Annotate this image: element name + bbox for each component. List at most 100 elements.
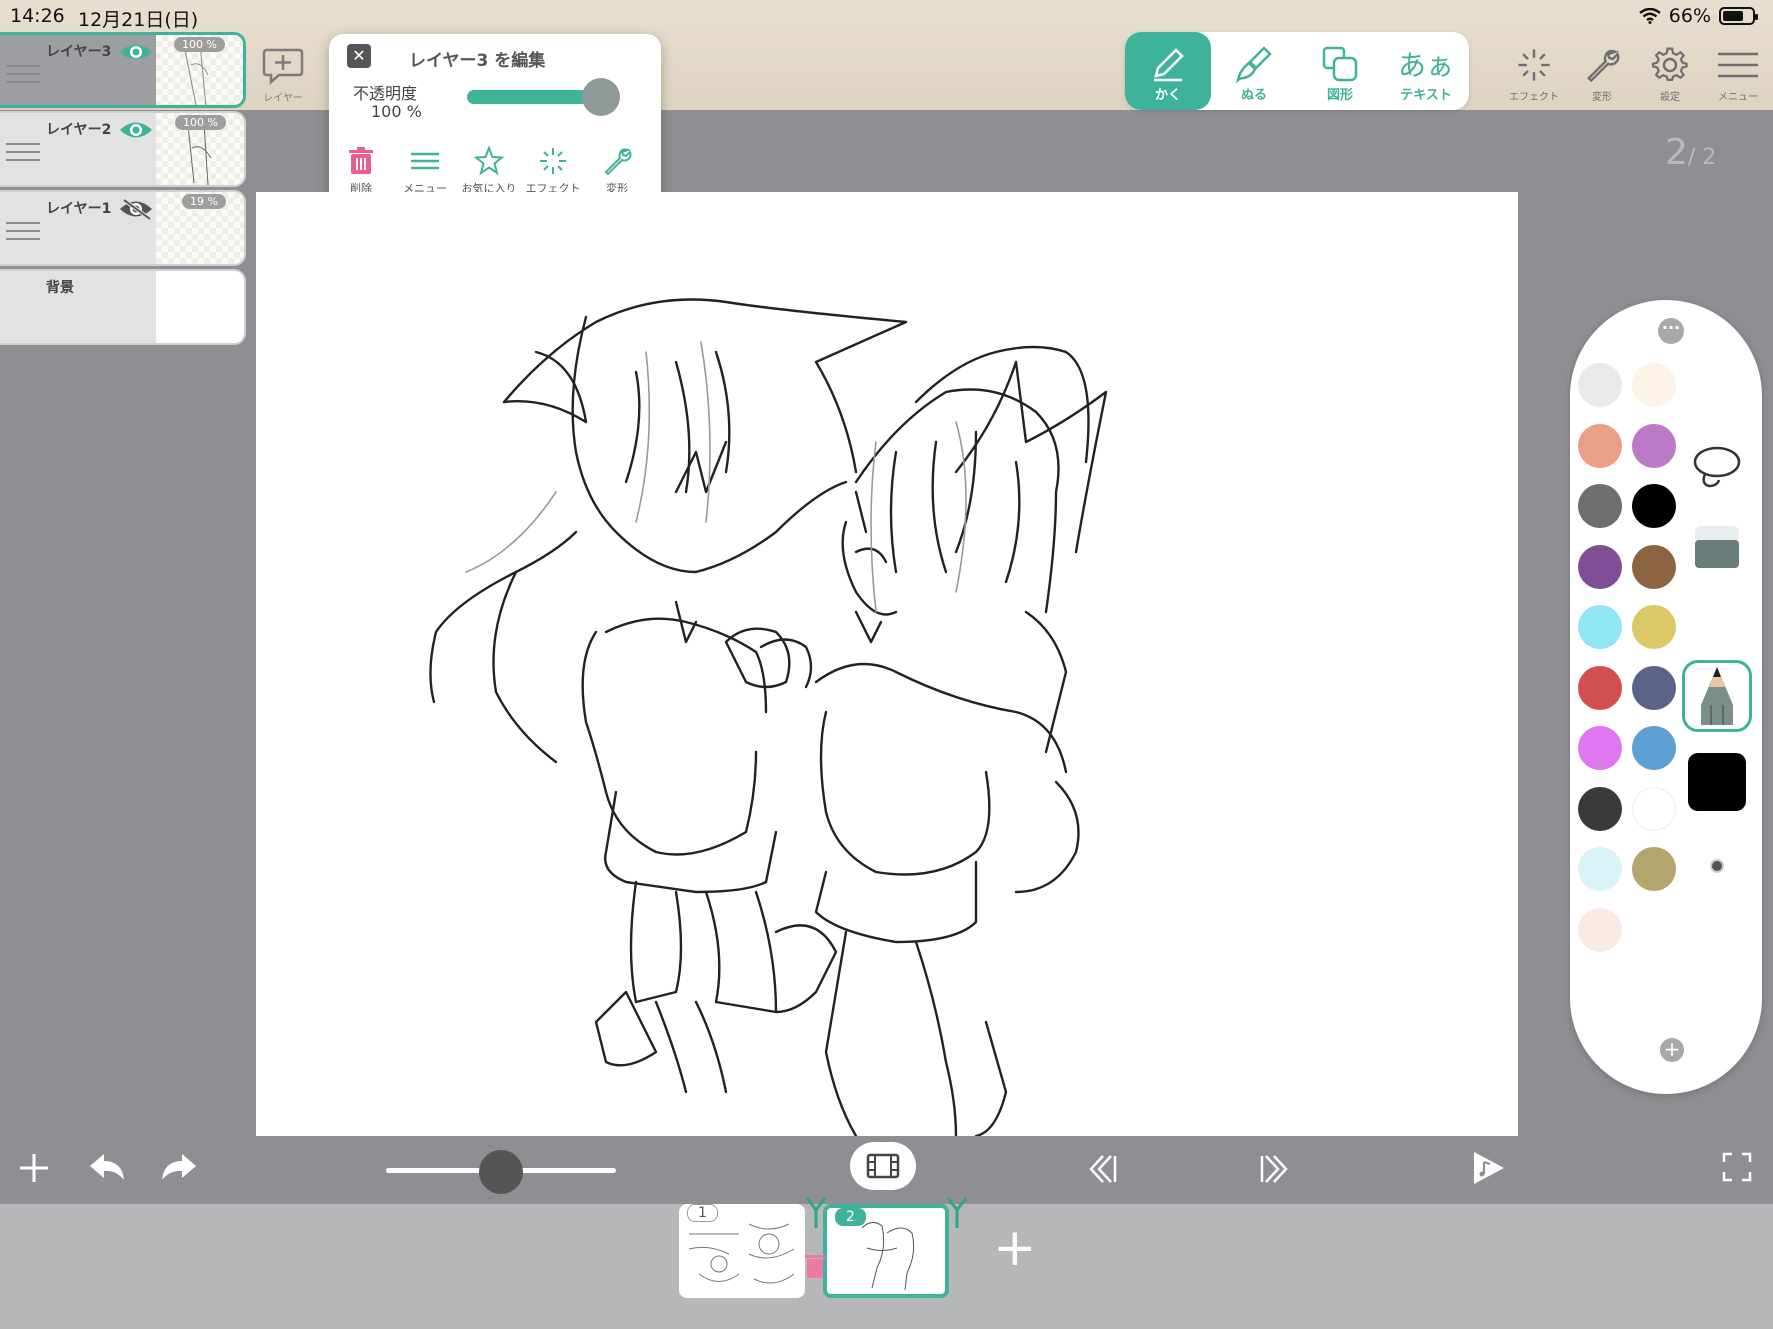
add-frame-button[interactable]: +	[993, 1222, 1037, 1274]
layer-panel: レイヤー3 100 % レイヤー2 100 % レイヤー1 19 % 背景	[0, 32, 248, 348]
color-swatch[interactable]	[1578, 544, 1622, 589]
layer-name: レイヤー3	[46, 44, 112, 60]
popup-title: レイヤー3 を編集	[409, 51, 546, 71]
wifi-icon	[1639, 8, 1661, 24]
brush-icon	[1235, 46, 1272, 84]
frame-thumbnail-1[interactable]: 1	[679, 1204, 805, 1298]
status-time: 14:26	[10, 5, 65, 27]
plus-icon	[20, 1154, 48, 1182]
undo-icon	[90, 1154, 124, 1180]
drag-handle-icon[interactable]	[6, 65, 40, 89]
color-swatch[interactable]	[1578, 847, 1622, 891]
redo-button[interactable]	[158, 1150, 200, 1190]
drawing-canvas[interactable]	[256, 192, 1518, 1138]
frame-thumbnail-2[interactable]: 2	[823, 1204, 949, 1298]
tab-shapes[interactable]: 図形	[1297, 32, 1383, 110]
effect-tool-button[interactable]: エフェクト	[1500, 42, 1568, 103]
tool-label: エフェクト	[1509, 92, 1559, 103]
eraser-icon	[1695, 526, 1739, 568]
top-right-tools: エフェクト 変形 設定 メニュー	[1500, 42, 1772, 103]
color-swatch[interactable]	[1578, 786, 1622, 831]
tool-label: 変形	[1592, 92, 1612, 103]
favorite-button[interactable]: お気に入り	[457, 142, 521, 196]
color-swatch[interactable]	[1632, 605, 1676, 649]
drag-handle-icon[interactable]	[6, 143, 40, 167]
settings-button[interactable]: 設定	[1636, 42, 1704, 103]
eye-icon[interactable]	[118, 41, 154, 63]
opacity-value: 100 %	[371, 102, 422, 121]
eye-icon[interactable]	[118, 119, 154, 141]
previous-frame-button[interactable]	[1085, 1152, 1119, 1190]
layer-opacity-badge: 100 %	[174, 37, 225, 52]
transform-tool-button[interactable]: 変形	[1568, 42, 1636, 103]
page-total: / 2	[1687, 145, 1717, 170]
eraser-tool-button[interactable]	[1682, 510, 1752, 582]
more-icon: ···	[1661, 318, 1681, 337]
tab-text[interactable]: あぁ テキスト	[1383, 32, 1469, 110]
color-swatch[interactable]	[1632, 544, 1676, 589]
play-button[interactable]	[1470, 1150, 1506, 1190]
layer-row-2[interactable]: レイヤー2 100 %	[0, 111, 246, 187]
color-swatch[interactable]	[1578, 363, 1622, 407]
color-swatch[interactable]	[1632, 786, 1676, 831]
more-options-button[interactable]: ···	[1658, 318, 1684, 344]
color-black-icon	[1688, 753, 1746, 811]
current-color-button[interactable]	[1682, 746, 1752, 818]
color-swatch[interactable]	[1578, 605, 1622, 649]
opacity-slider-thumb[interactable]	[582, 78, 620, 116]
color-swatch[interactable]	[1632, 363, 1676, 407]
shapes-icon	[1322, 46, 1358, 82]
color-swatch[interactable]	[1578, 665, 1622, 710]
color-swatch[interactable]	[1632, 423, 1676, 468]
delete-frame-icon[interactable]	[804, 1252, 826, 1280]
prev-frame-icon	[1089, 1155, 1117, 1183]
add-button[interactable]	[16, 1150, 52, 1190]
close-button[interactable]: ✕	[347, 44, 371, 68]
pencil-tool-button[interactable]	[1682, 660, 1752, 732]
frame-number: 1	[687, 1204, 718, 1222]
color-swatch[interactable]	[1578, 907, 1622, 952]
color-swatch[interactable]	[1578, 726, 1622, 770]
layer-thumbnail	[156, 271, 244, 343]
zoom-slider-thumb[interactable]	[479, 1150, 523, 1194]
hamburger-icon	[1718, 52, 1758, 78]
main-menu-button[interactable]: メニュー	[1704, 42, 1772, 103]
lasso-tool-button[interactable]	[1682, 430, 1752, 502]
fullscreen-button[interactable]	[1722, 1152, 1752, 1186]
film-button[interactable]	[850, 1142, 916, 1190]
layer-row-background[interactable]: 背景	[0, 269, 246, 345]
next-frame-button[interactable]	[1258, 1152, 1292, 1190]
color-swatch[interactable]	[1632, 847, 1676, 891]
tool-label: メニュー	[1718, 92, 1758, 103]
color-swatch[interactable]	[1632, 726, 1676, 770]
effect-button[interactable]: エフェクト	[521, 142, 585, 196]
layer-row-1[interactable]: レイヤー1 19 %	[0, 190, 246, 266]
color-swatch[interactable]	[1632, 665, 1676, 710]
onion-skin-icon[interactable]	[805, 1196, 827, 1230]
layer-opacity-badge: 100 %	[175, 115, 226, 130]
onion-skin-icon[interactable]	[946, 1196, 968, 1230]
color-swatch[interactable]	[1578, 484, 1622, 528]
tab-fill[interactable]: ぬる	[1211, 32, 1297, 110]
add-layer-button[interactable]: レイヤー	[258, 46, 308, 104]
delete-layer-button[interactable]: 削除	[329, 142, 393, 196]
play-music-icon	[1474, 1152, 1504, 1184]
drag-handle-icon[interactable]	[6, 222, 40, 246]
layer-name: 背景	[46, 280, 74, 296]
eye-hidden-icon[interactable]	[118, 198, 154, 220]
layer-row-3[interactable]: レイヤー3 100 %	[0, 32, 246, 108]
status-bar: 14:26 12月21日(日) 66%	[0, 0, 1773, 32]
tab-draw[interactable]: かく	[1125, 32, 1211, 110]
battery-percent: 66%	[1668, 5, 1711, 27]
text-icon: あぁ	[1397, 49, 1454, 82]
brush-size-button[interactable]	[1682, 830, 1752, 902]
undo-button[interactable]	[86, 1150, 128, 1190]
layer-menu-button[interactable]: メニュー	[393, 142, 457, 196]
bottom-toolbar	[0, 1136, 1773, 1204]
color-swatch[interactable]	[1632, 484, 1676, 528]
add-layer-icon	[262, 48, 304, 85]
add-color-button[interactable]: +	[1660, 1038, 1684, 1062]
color-swatch[interactable]	[1578, 423, 1622, 468]
transform-button[interactable]: 変形	[585, 142, 649, 196]
frame-strip: 1 2 +	[0, 1197, 1773, 1329]
